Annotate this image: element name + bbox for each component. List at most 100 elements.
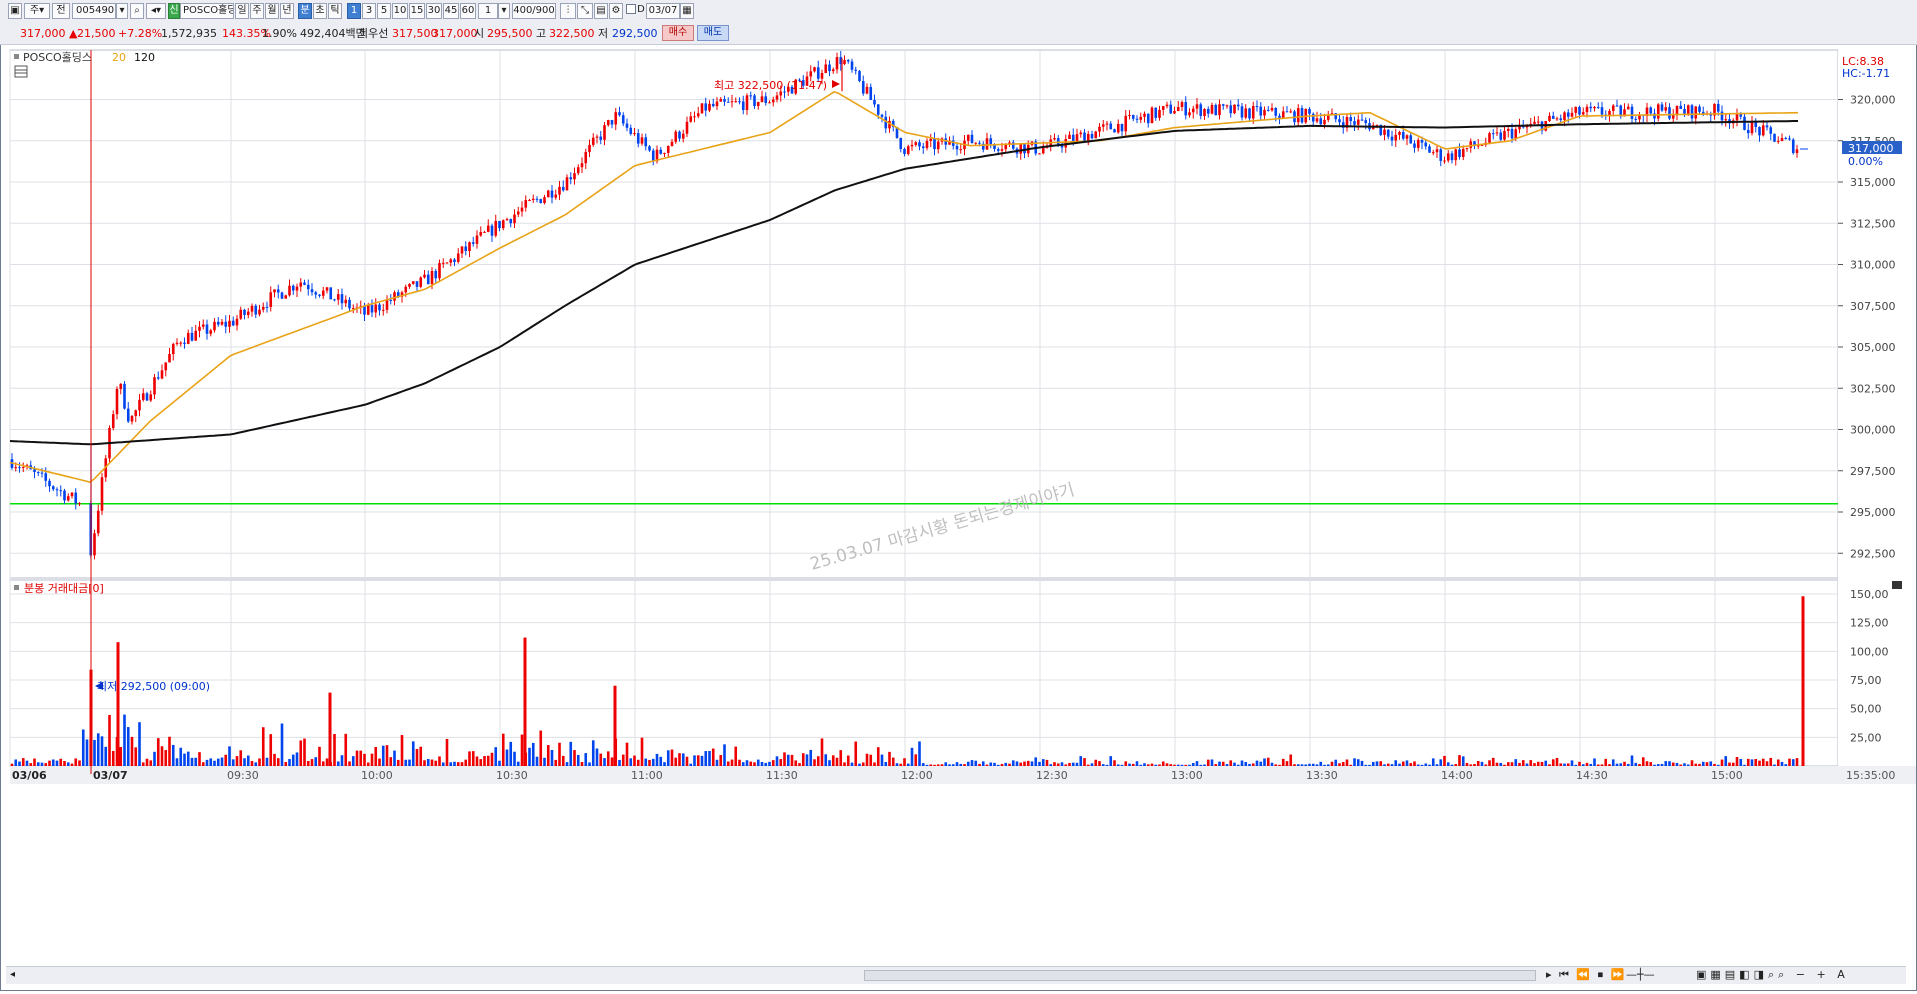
tab-month[interactable]: 월 [265, 3, 279, 19]
horizontal-scrollbar[interactable]: ◂ ▸ ⏮ ⏪ ⏹ ⏩ —┼— ▣▦▤◧◨⌕⌕ − + A [6, 966, 1906, 984]
candle-body [381, 309, 385, 311]
volume-legend-icon [14, 585, 19, 590]
candle-body [1566, 112, 1570, 117]
candle-body [1780, 137, 1784, 141]
stock-name-field[interactable]: POSCO홀딩스 [180, 3, 234, 19]
buy-button[interactable]: 매수 [662, 25, 694, 41]
candle-body [854, 69, 858, 71]
chart-tools-icon[interactable]: ▣▦▤◧◨⌕⌕ − + A [1696, 968, 1849, 982]
candle-body [918, 142, 921, 147]
volume-bar [1405, 760, 1409, 766]
volume-bar [1510, 762, 1514, 766]
segment-button[interactable]: 전 [52, 3, 70, 19]
interval-input[interactable]: 1 [478, 3, 498, 19]
chart-area[interactable]: 292,500 295,000 297,500 300,000 302,500 305,0… [0, 44, 1917, 991]
volume-bar [201, 762, 205, 766]
interval-45[interactable]: 45 [443, 3, 459, 19]
volume-bar [741, 762, 745, 766]
candle-body [303, 282, 306, 285]
candle-body [205, 324, 209, 334]
candle-type-icon[interactable]: ⫶ [560, 3, 576, 19]
candle-body [175, 342, 179, 344]
candle-body [404, 286, 408, 293]
volume-bar [1473, 764, 1476, 766]
tab-minute[interactable]: 분 [298, 3, 312, 19]
candle-body [44, 473, 48, 481]
volume-bar [910, 747, 914, 766]
panel-close-icon[interactable] [1892, 581, 1902, 589]
volume-bar [655, 753, 659, 766]
volume-bar [1218, 761, 1221, 766]
count-display[interactable]: 400/900 [512, 3, 556, 19]
candle-body [1724, 119, 1728, 121]
interval-3[interactable]: 3 [362, 3, 376, 19]
interval-dropdown-icon[interactable]: ▾ [498, 3, 510, 19]
y-tick-label: 305,000 [1850, 341, 1896, 354]
sell-button[interactable]: 매도 [697, 25, 729, 41]
calendar-icon[interactable]: ▦ [680, 3, 694, 19]
volume-bar [989, 762, 993, 766]
date-input[interactable]: 03/07 [646, 3, 680, 19]
candle-body [126, 408, 130, 422]
sound-icon[interactable]: ◂▾ [146, 3, 166, 19]
code-input[interactable]: 005490 [72, 3, 116, 19]
tab-week[interactable]: 주 [250, 3, 264, 19]
volume-bar [918, 741, 921, 766]
interval-60[interactable]: 60 [460, 3, 476, 19]
gear-icon[interactable]: ⚙ [609, 3, 623, 19]
interval-10[interactable]: 10 [392, 3, 408, 19]
search-icon[interactable]: ⌕ [130, 3, 144, 19]
candle-body [831, 69, 835, 72]
volume-bar [689, 763, 693, 766]
volume-bar [314, 757, 318, 766]
volume-bar [970, 760, 974, 766]
candle-body [573, 173, 576, 180]
tab-second[interactable]: 초 [313, 3, 327, 19]
candle-body [1634, 118, 1638, 120]
volume-bar [1698, 763, 1701, 766]
candle-body [768, 102, 771, 104]
candle-body [273, 289, 276, 293]
candle-body [66, 496, 70, 501]
interval-5[interactable]: 5 [377, 3, 391, 19]
volume-bar [1341, 762, 1345, 766]
time-label: 15:35:00 [1846, 769, 1895, 782]
candle-body [333, 299, 336, 301]
candle-body [419, 277, 423, 287]
candle-body [1555, 118, 1559, 120]
price-chart[interactable]: 292,500 295,000 297,500 300,000 302,500 305,0… [0, 44, 1917, 991]
tab-tick[interactable]: 틱 [328, 3, 342, 19]
interval-30[interactable]: 30 [426, 3, 442, 19]
candle-body [156, 377, 160, 379]
table-toggle-icon[interactable] [14, 65, 28, 78]
scroll-left-icon[interactable]: ◂ [10, 969, 15, 980]
zoom-slider-icon[interactable]: —┼— [1626, 968, 1655, 981]
indicator-icon[interactable]: ⤡ [577, 3, 593, 19]
candle-body [531, 198, 535, 201]
volume-bar [599, 753, 603, 766]
interval-15[interactable]: 15 [409, 3, 425, 19]
volume-bar [648, 759, 651, 766]
interval-1[interactable]: 1 [347, 3, 361, 19]
volume-bar [231, 759, 235, 766]
market-select[interactable]: 주▾ [24, 3, 50, 19]
volume-bar [1229, 760, 1233, 766]
volume-bar [1371, 761, 1375, 766]
volume-bar [1394, 760, 1398, 766]
volume-bar [1499, 762, 1503, 766]
save-icon[interactable]: ▤ [594, 3, 608, 19]
volume-bar [1131, 763, 1135, 766]
code-dropdown-icon[interactable]: ▾ [116, 3, 128, 19]
candle-body [550, 190, 554, 198]
volume-bar [1683, 763, 1686, 766]
candle-body [18, 467, 21, 469]
scroll-thumb[interactable] [864, 970, 1536, 981]
volume-bar [963, 764, 966, 766]
tab-day[interactable]: 일 [235, 3, 249, 19]
candle-body [779, 91, 783, 96]
tab-year[interactable]: 년 [280, 3, 294, 19]
window-menu-icon[interactable]: ▣ [8, 3, 22, 19]
nav-buttons-icon[interactable]: ▸ ⏮ ⏪ ⏹ ⏩ [1546, 968, 1626, 982]
volume-bar [1128, 763, 1131, 766]
volume-bar [550, 749, 554, 766]
